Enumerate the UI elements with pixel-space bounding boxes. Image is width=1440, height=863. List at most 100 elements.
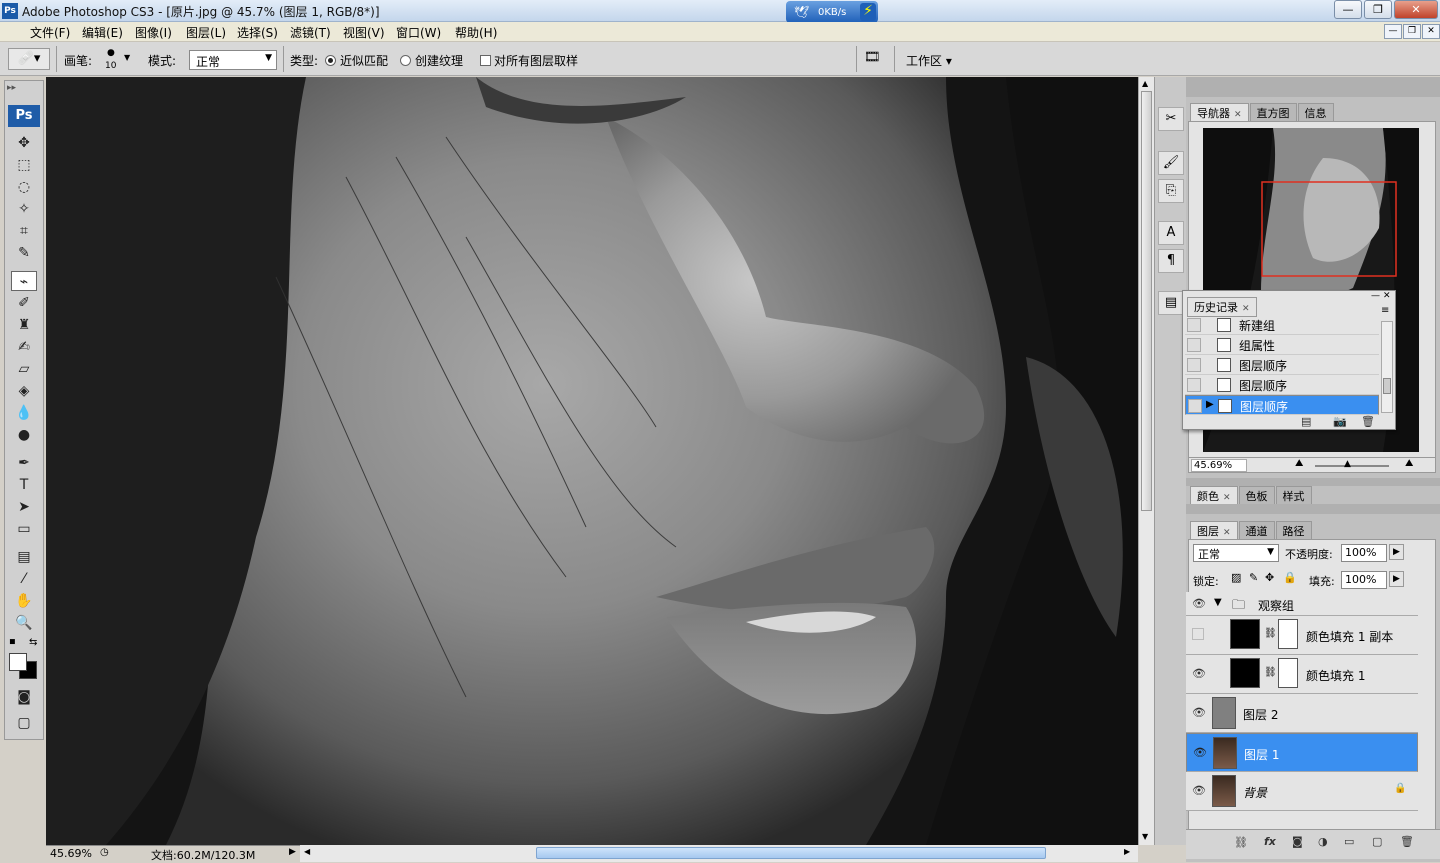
sample-all-layers-checkbox[interactable] <box>480 55 491 66</box>
eye-icon[interactable]: 👁 <box>1192 597 1206 610</box>
marquee-tool-icon[interactable]: ⬚ <box>11 155 37 175</box>
snapshot-box[interactable] <box>1187 318 1201 332</box>
restore-button[interactable]: ❐ <box>1364 0 1392 19</box>
close-icon[interactable]: ✕ <box>1234 110 1242 120</box>
snapshot-box[interactable] <box>1187 378 1201 392</box>
close-icon[interactable]: ✕ <box>1223 528 1231 538</box>
tab-channels[interactable]: 通道 <box>1238 521 1275 539</box>
tool-presets-icon[interactable]: ✂ <box>1158 107 1184 131</box>
layer-row-layer1[interactable]: 👁 图层 1 <box>1186 733 1418 772</box>
layer-row-fill[interactable]: 👁 ⛓ 颜色填充 1 <box>1186 655 1418 694</box>
lock-image-icon[interactable]: ✎ <box>1249 571 1258 584</box>
zoom-out-icon[interactable]: ⛰ <box>1295 458 1303 469</box>
paint-bucket-icon[interactable]: ◈ <box>11 381 37 401</box>
menu-image[interactable]: 图像(I) <box>135 24 172 41</box>
history-item[interactable]: 新建组 <box>1185 315 1379 335</box>
history-dock-icon[interactable]: ▤ <box>1158 291 1184 315</box>
tab-navigator[interactable]: 导航器 ✕ <box>1190 103 1249 121</box>
history-scrollbar[interactable] <box>1381 321 1393 413</box>
status-menu-arrow-icon[interactable]: ▶ <box>289 847 296 857</box>
snapshot-box[interactable] <box>1187 358 1201 372</box>
mode-select[interactable]: 正常 ▼ <box>189 50 277 70</box>
ps-logo[interactable]: Ps <box>8 105 40 127</box>
opacity-field[interactable]: 100% <box>1341 544 1387 562</box>
pen-tool-icon[interactable]: ✒ <box>11 453 37 473</box>
tool-preset-button[interactable]: 🩹▾ <box>8 48 50 70</box>
eye-icon[interactable]: 👁 <box>1192 706 1206 719</box>
collapse-icon[interactable]: ▸▸ <box>7 83 16 93</box>
tab-history[interactable]: 历史记录 ✕ <box>1187 297 1257 317</box>
tab-styles[interactable]: 样式 <box>1275 486 1312 504</box>
tab-paths[interactable]: 路径 <box>1275 521 1312 539</box>
workspace-button[interactable]: 工作区 ▾ <box>906 52 952 69</box>
move-tool-icon[interactable]: ✥ <box>11 133 37 153</box>
bolt-icon[interactable]: ⚡ <box>860 3 876 21</box>
history-item[interactable]: 图层顺序 <box>1185 375 1379 395</box>
close-button[interactable]: ✕ <box>1394 0 1438 19</box>
eye-icon[interactable]: 👁 <box>1192 667 1206 680</box>
new-snapshot-icon[interactable]: 📷 <box>1333 415 1347 428</box>
paragraph-icon[interactable]: ¶ <box>1158 249 1184 273</box>
doc-close-button[interactable]: ✕ <box>1422 24 1440 39</box>
tab-layers[interactable]: 图层 ✕ <box>1190 521 1238 539</box>
delete-state-icon[interactable]: 🗑 <box>1361 415 1375 428</box>
eye-icon[interactable]: 👁 <box>1192 784 1206 797</box>
minimize-icon[interactable]: — <box>1371 291 1380 301</box>
menu-file[interactable]: 文件(F) <box>30 24 70 41</box>
slice-tool-icon[interactable]: ✎ <box>11 243 37 263</box>
panel-menu-icon[interactable]: ≡ <box>1381 305 1389 316</box>
new-document-from-state-icon[interactable]: ▤ <box>1301 415 1311 428</box>
vertical-scrollbar[interactable]: ▲ ▼ <box>1138 77 1154 845</box>
notes-tool-icon[interactable]: ▤ <box>11 547 37 567</box>
character-icon[interactable]: A <box>1158 221 1184 245</box>
zoom-in-icon[interactable]: ⛰ <box>1405 458 1413 469</box>
zoom-slider[interactable] <box>1315 465 1389 467</box>
layer-row-layer2[interactable]: 👁 图层 2 <box>1186 694 1418 733</box>
scroll-left-icon[interactable]: ◀ <box>304 847 310 856</box>
menu-edit[interactable]: 编辑(E) <box>82 24 123 41</box>
eye-icon[interactable]: 👁 <box>1193 746 1207 759</box>
clone-source-icon[interactable]: ⎘ <box>1158 179 1184 203</box>
tab-swatches[interactable]: 色板 <box>1238 486 1275 504</box>
opacity-arrow-icon[interactable]: ▶ <box>1389 544 1404 560</box>
type-tool-icon[interactable]: T <box>11 475 37 495</box>
history-brush-icon[interactable]: ✍ <box>11 337 37 357</box>
snapshot-box[interactable] <box>1187 338 1201 352</box>
brush-picker[interactable]: ● 10 ▼ <box>100 46 134 72</box>
blend-mode-select[interactable]: 正常 ▼ <box>1193 544 1279 562</box>
navigator-zoom-field[interactable]: 45.69% <box>1191 459 1247 472</box>
chain-link-icon[interactable]: ⛓ <box>1264 628 1277 639</box>
foreground-color-swatch[interactable] <box>9 653 27 671</box>
history-scroll-thumb[interactable] <box>1383 378 1391 394</box>
eyedropper-icon[interactable]: ⁄ <box>11 569 37 589</box>
add-mask-icon[interactable]: ◙ <box>1292 835 1303 848</box>
layer-row-background[interactable]: 👁 背景 🔒 <box>1186 772 1418 811</box>
link-layers-icon[interactable]: ⛓ <box>1234 836 1248 849</box>
new-group-icon[interactable]: ▭ <box>1344 835 1354 848</box>
magic-wand-icon[interactable]: ✧ <box>11 199 37 219</box>
clone-stamp-icon[interactable]: ♜ <box>11 315 37 335</box>
create-texture-radio[interactable] <box>400 55 411 66</box>
close-icon[interactable]: ✕ <box>1383 291 1391 301</box>
brush-tool-icon[interactable]: ✐ <box>11 293 37 313</box>
history-item-current[interactable]: ▶ 图层顺序 <box>1185 395 1379 415</box>
quick-mask-icon[interactable]: ◙ <box>11 687 37 707</box>
lock-all-icon[interactable]: 🔒 <box>1283 571 1297 584</box>
history-item[interactable]: 图层顺序 <box>1185 355 1379 375</box>
fill-arrow-icon[interactable]: ▶ <box>1389 571 1404 587</box>
zoom-readout[interactable]: 45.69% <box>50 847 92 860</box>
close-icon[interactable]: ✕ <box>1223 493 1231 503</box>
swap-colors-icon[interactable]: ⇆ <box>29 637 37 648</box>
chevron-down-icon[interactable]: ▼ <box>1214 597 1222 608</box>
brushes-icon[interactable]: 🖌 <box>1158 151 1184 175</box>
eraser-tool-icon[interactable]: ▱ <box>11 359 37 379</box>
menu-view[interactable]: 视图(V) <box>343 24 385 41</box>
tab-info[interactable]: 信息 <box>1297 103 1334 121</box>
lasso-tool-icon[interactable]: ◌ <box>11 177 37 197</box>
bridge-icon[interactable]: 🎞 <box>864 50 888 68</box>
lock-position-icon[interactable]: ✥ <box>1265 571 1274 584</box>
vertical-scroll-thumb[interactable] <box>1141 91 1152 511</box>
lock-transparent-icon[interactable]: ▨ <box>1231 571 1241 584</box>
scroll-down-icon[interactable]: ▼ <box>1142 832 1148 841</box>
scroll-right-icon[interactable]: ▶ <box>1124 847 1130 856</box>
